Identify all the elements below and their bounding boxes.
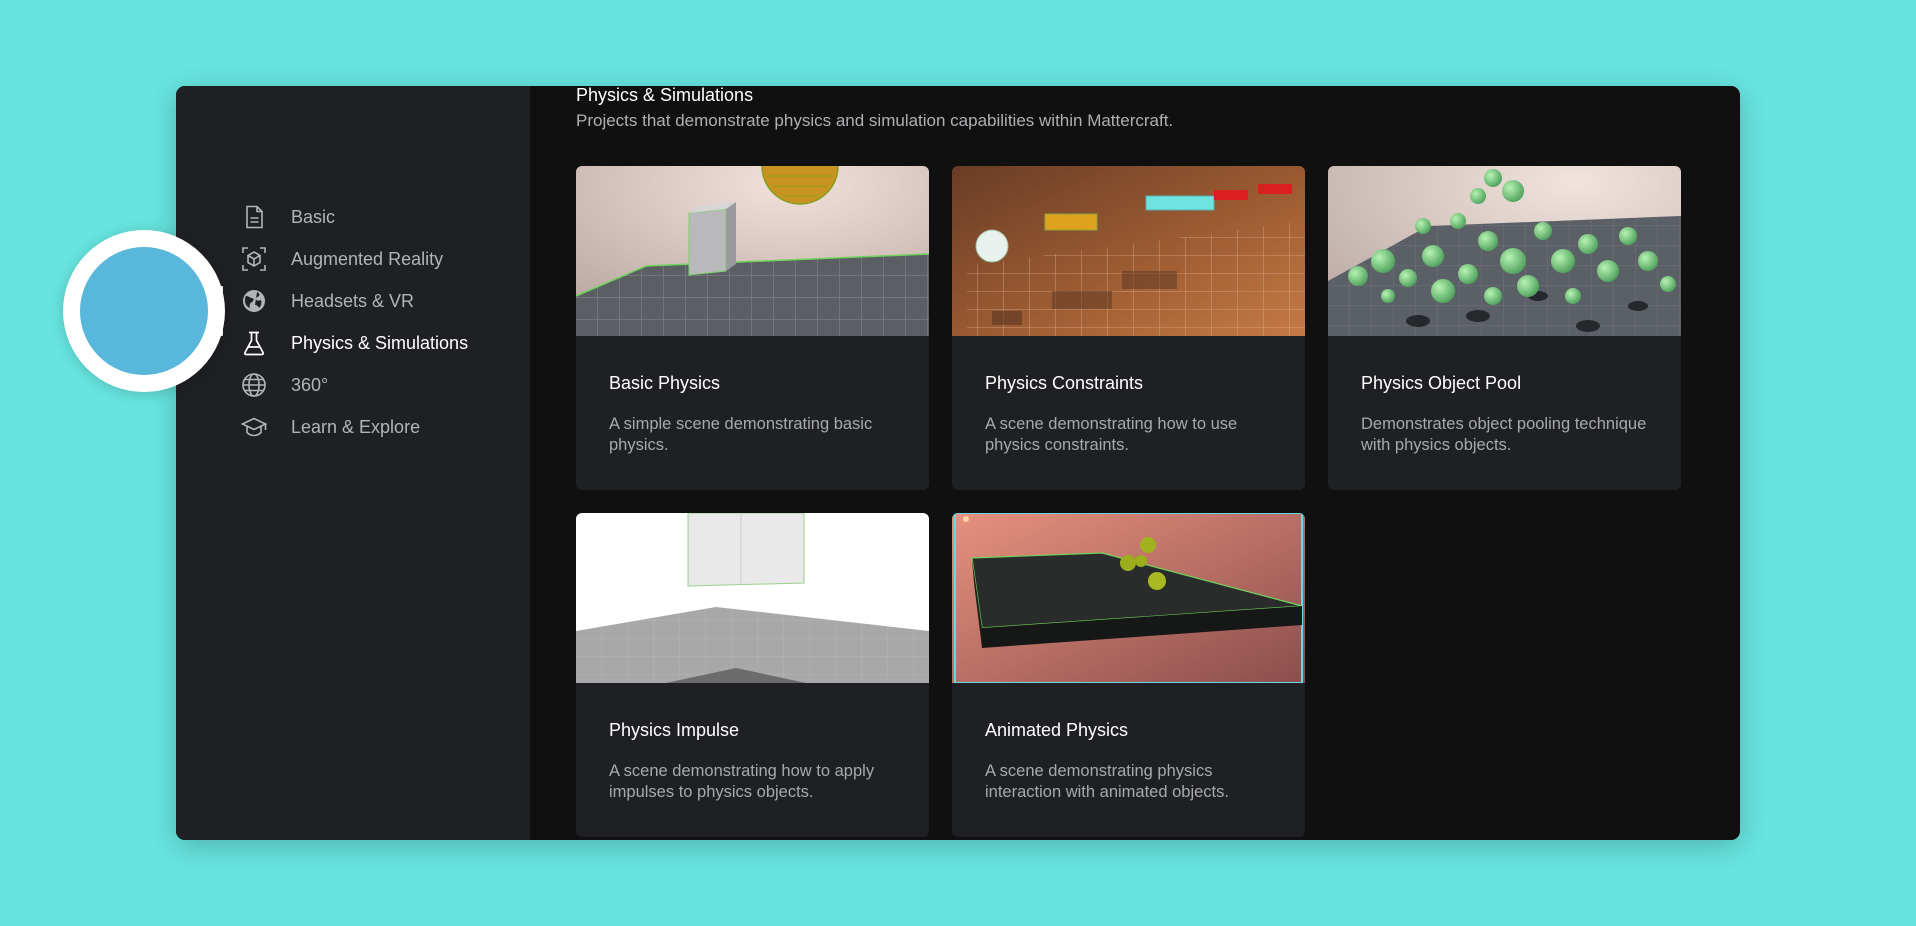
globe-grid-icon xyxy=(240,371,268,399)
card-description: A simple scene demonstrating basic physi… xyxy=(609,415,873,454)
project-card-animated-physics[interactable]: Animated Physics A scene demonstrating p… xyxy=(952,513,1305,837)
sidebar-item-label: Physics & Simulations xyxy=(291,332,469,353)
card-title: Basic Physics xyxy=(609,373,721,393)
sidebar: Basic Augmented Reality Headsets & VR Ph… xyxy=(176,86,530,840)
card-thumbnail xyxy=(952,513,1305,683)
project-card-physics-constraints[interactable]: Physics Constraints A scene demonstratin… xyxy=(952,166,1305,490)
sidebar-item-label: 360° xyxy=(291,374,329,395)
sidebar-item-label: Headsets & VR xyxy=(291,290,415,311)
app-window: Basic Augmented Reality Headsets & VR Ph… xyxy=(176,86,1740,840)
card-title: Physics Constraints xyxy=(985,373,1144,393)
card-thumbnail xyxy=(952,166,1305,336)
sidebar-item-label: Basic xyxy=(291,206,336,227)
card-thumbnail xyxy=(576,513,929,683)
card-title: Physics Impulse xyxy=(609,720,740,740)
sidebar-item-label: Learn & Explore xyxy=(291,416,421,437)
card-description: A scene demonstrating physics interactio… xyxy=(985,762,1229,801)
document-icon xyxy=(240,203,268,231)
sidebar-item-learn-explore[interactable]: Learn & Explore xyxy=(240,402,520,452)
card-thumbnail xyxy=(1328,166,1681,336)
globe-icon xyxy=(240,287,268,315)
card-title: Physics Object Pool xyxy=(1361,373,1522,393)
ar-cube-icon xyxy=(240,245,268,273)
project-card-physics-impulse[interactable]: Physics Impulse A scene demonstrating ho… xyxy=(576,513,929,837)
card-title: Animated Physics xyxy=(985,720,1129,740)
card-description: A scene demonstrating how to use physics… xyxy=(985,415,1238,454)
sidebar-item-label: Augmented Reality xyxy=(291,248,444,269)
card-description: Demonstrates object pooling technique wi… xyxy=(1361,415,1647,454)
flask-icon xyxy=(240,329,268,357)
card-thumbnail xyxy=(576,166,929,336)
main-content: Physics & Simulations Projects that demo… xyxy=(530,86,1740,840)
card-description: A scene demonstrating how to apply impul… xyxy=(609,762,875,801)
section-title: Physics & Simulations xyxy=(576,86,754,105)
graduation-cap-icon xyxy=(240,413,268,441)
project-card-physics-object-pool[interactable]: Physics Object Pool Demonstrates object … xyxy=(1328,166,1681,490)
project-card-basic-physics[interactable]: Basic Physics A simple scene demonstrati… xyxy=(576,166,929,490)
cursor-highlight-dot xyxy=(80,247,208,375)
section-description: Projects that demonstrate physics and si… xyxy=(576,111,1174,130)
